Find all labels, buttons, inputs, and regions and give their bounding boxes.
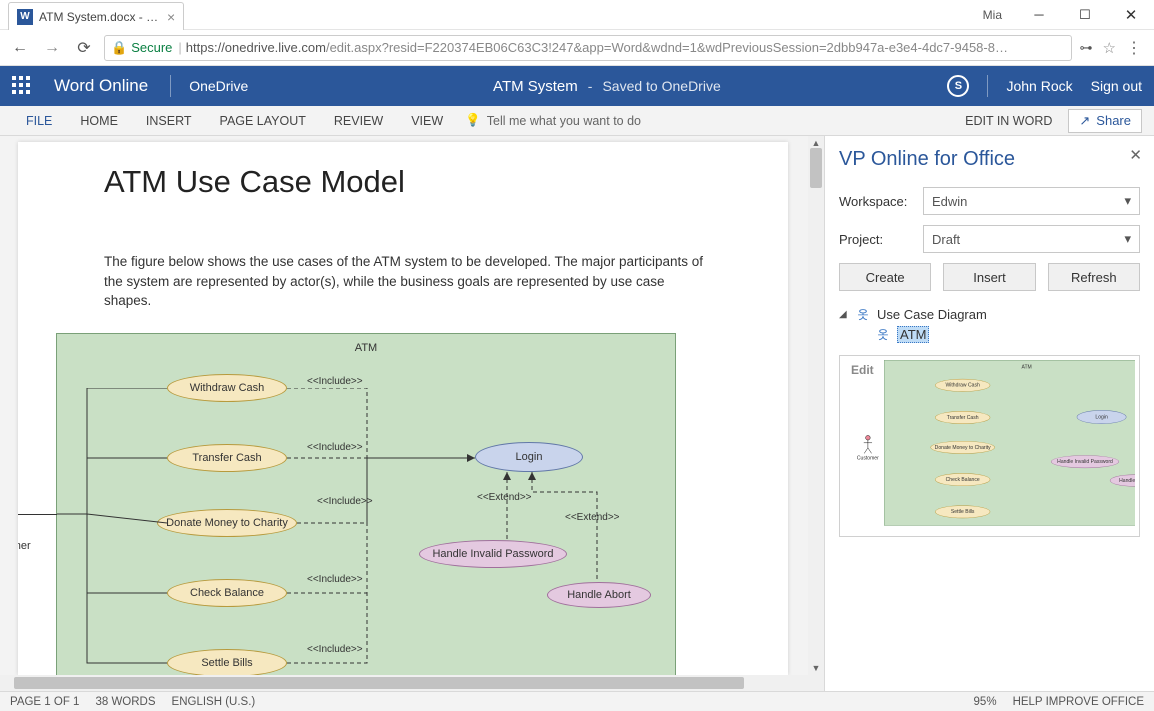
document-title[interactable]: ATM System xyxy=(493,78,578,95)
insert-button[interactable]: Insert xyxy=(943,263,1035,291)
doc-paragraph: The figure below shows the use cases of … xyxy=(104,252,704,311)
status-zoom[interactable]: 95% xyxy=(974,696,997,708)
app-launcher-icon[interactable] xyxy=(12,76,32,96)
diagram-node-icon: 옷 xyxy=(875,328,891,342)
user-name[interactable]: John Rock xyxy=(1006,78,1072,94)
actor-customer: Customer xyxy=(18,496,31,552)
chevron-down-icon: ▾ xyxy=(1124,231,1131,247)
ribbon: FILE HOME INSERT PAGE LAYOUT REVIEW VIEW… xyxy=(0,106,1154,136)
doc-heading: ATM Use Case Model xyxy=(104,164,766,200)
tree-item-atm[interactable]: 옷 ATM xyxy=(875,324,1140,345)
address-bar[interactable]: 🔒 Secure | https://onedrive.live.com/edi… xyxy=(104,35,1072,61)
usecase-withdraw: Withdraw Cash xyxy=(167,374,287,402)
tree-root[interactable]: ◢ 옷 Use Case Diagram xyxy=(839,305,1140,324)
back-button[interactable]: ← xyxy=(8,36,32,60)
tab-close-icon[interactable]: × xyxy=(167,9,175,25)
tab-title: ATM System.docx - Micr… xyxy=(39,10,159,24)
ribbon-tab-file[interactable]: FILE xyxy=(12,106,66,135)
status-bar: PAGE 1 OF 1 38 WORDS ENGLISH (U.S.) 95% … xyxy=(0,691,1154,711)
usecase-settle: Settle Bills xyxy=(167,649,287,675)
preview-thumbnail: ATM Customer Withdraw Cash Transfer Cash… xyxy=(884,360,1135,526)
status-help-improve[interactable]: HELP IMPROVE OFFICE xyxy=(1013,696,1144,708)
project-select[interactable]: Draft▾ xyxy=(923,225,1140,253)
site-key-icon[interactable]: ⊶ xyxy=(1080,40,1093,56)
usecase-invalid-password: Handle Invalid Password xyxy=(419,540,567,568)
lock-icon: 🔒 xyxy=(111,40,127,56)
ribbon-tab-insert[interactable]: INSERT xyxy=(132,106,206,135)
vp-online-panel: VP Online for Office ✕ Workspace: Edwin▾… xyxy=(824,136,1154,691)
panel-close-icon[interactable]: ✕ xyxy=(1129,146,1142,164)
panel-title: VP Online for Office xyxy=(839,148,1140,171)
browser-menu-icon[interactable]: ⋮ xyxy=(1126,38,1142,58)
onedrive-link[interactable]: OneDrive xyxy=(189,78,248,94)
tell-me-search[interactable]: 💡 Tell me what you want to do xyxy=(465,113,641,128)
lightbulb-icon: 💡 xyxy=(465,113,481,128)
maximize-button[interactable]: ☐ xyxy=(1062,0,1108,30)
refresh-button[interactable]: Refresh xyxy=(1048,263,1140,291)
usecase-check: Check Balance xyxy=(167,579,287,607)
skype-icon[interactable]: S xyxy=(947,75,969,97)
project-label: Project: xyxy=(839,232,915,247)
browser-tab[interactable]: W ATM System.docx - Micr… × xyxy=(8,2,184,30)
ribbon-tab-home[interactable]: HOME xyxy=(66,106,132,135)
reload-button[interactable]: ⟳ xyxy=(72,36,96,60)
scroll-thumb[interactable] xyxy=(810,148,822,188)
usecase-transfer: Transfer Cash xyxy=(167,444,287,472)
url-path: /edit.aspx?resid=F220374EB06C63C3!247&ap… xyxy=(326,40,1008,55)
document-page[interactable]: ATM Use Case Model The figure below show… xyxy=(18,142,788,675)
diagram-preview[interactable]: Edit ATM Customer Withdraw Cash Transfer… xyxy=(839,355,1140,537)
use-case-diagram: ATM Customer Withdraw Cash Transfer Cash… xyxy=(56,333,676,675)
usecase-donate: Donate Money to Charity xyxy=(157,509,297,537)
tree-collapse-icon[interactable]: ◢ xyxy=(839,309,849,320)
diagram-frame-label: ATM xyxy=(355,342,377,354)
forward-button[interactable]: → xyxy=(40,36,64,60)
use-case-diagram-icon: 옷 xyxy=(855,308,871,322)
sign-out-link[interactable]: Sign out xyxy=(1091,78,1142,94)
horizontal-scrollbar[interactable] xyxy=(0,675,824,691)
status-page[interactable]: PAGE 1 OF 1 xyxy=(10,696,79,708)
os-user: Mia xyxy=(983,8,1002,22)
status-words[interactable]: 38 WORDS xyxy=(95,696,155,708)
diagram-tree: ◢ 옷 Use Case Diagram 옷 ATM xyxy=(839,305,1140,345)
ribbon-tab-review[interactable]: REVIEW xyxy=(320,106,397,135)
share-button[interactable]: ↗ Share xyxy=(1068,109,1142,133)
scroll-down-icon[interactable]: ▼ xyxy=(808,661,824,675)
browser-toolbar: ← → ⟳ 🔒 Secure | https://onedrive.live.c… xyxy=(0,30,1154,66)
url-host: https://onedrive.live.com xyxy=(186,40,326,55)
workspace-label: Workspace: xyxy=(839,194,915,209)
create-button[interactable]: Create xyxy=(839,263,931,291)
status-language[interactable]: ENGLISH (U.S.) xyxy=(172,696,256,708)
edit-in-word-link[interactable]: EDIT IN WORD xyxy=(965,114,1052,128)
secure-badge: 🔒 Secure xyxy=(111,40,172,56)
save-status: Saved to OneDrive xyxy=(602,78,720,94)
word-favicon-icon: W xyxy=(17,9,33,25)
ribbon-tab-page-layout[interactable]: PAGE LAYOUT xyxy=(206,106,320,135)
vertical-scrollbar[interactable]: ▲ ▼ xyxy=(808,136,824,675)
minimize-button[interactable]: ─ xyxy=(1016,0,1062,30)
usecase-login: Login xyxy=(475,442,583,472)
ribbon-tab-view[interactable]: VIEW xyxy=(397,106,457,135)
bookmark-star-icon[interactable]: ☆ xyxy=(1103,39,1116,57)
word-online-brand[interactable]: Word Online xyxy=(54,76,148,96)
word-online-header: Word Online OneDrive ATM System - Saved … xyxy=(0,66,1154,106)
share-icon: ↗ xyxy=(1079,113,1090,129)
chevron-down-icon: ▾ xyxy=(1124,193,1131,209)
close-window-button[interactable]: ✕ xyxy=(1108,0,1154,30)
edit-overlay[interactable]: Edit xyxy=(846,362,879,378)
usecase-handle-abort: Handle Abort xyxy=(547,582,651,608)
workspace-select[interactable]: Edwin▾ xyxy=(923,187,1140,215)
hscroll-thumb[interactable] xyxy=(14,677,744,689)
